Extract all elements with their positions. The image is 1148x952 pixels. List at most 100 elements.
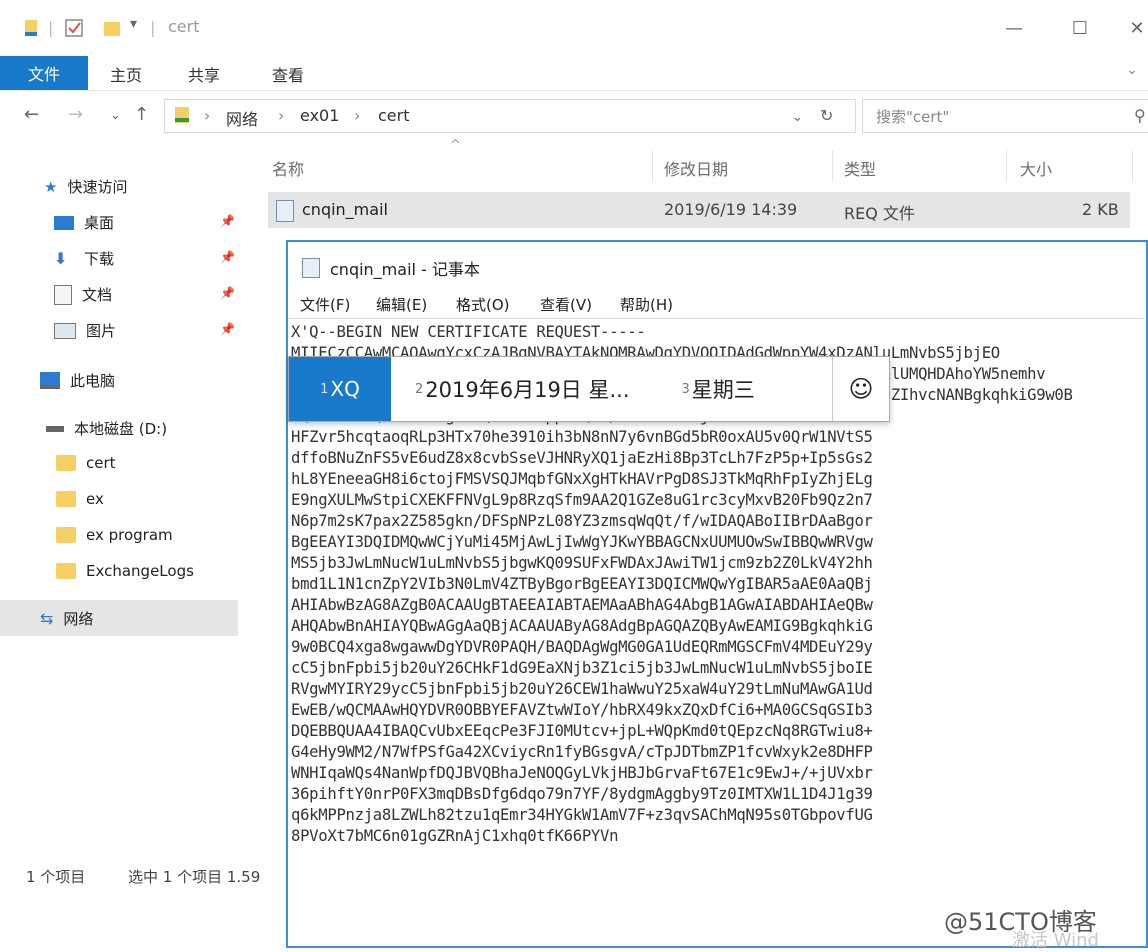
back-arrow-icon[interactable]: ←: [24, 104, 39, 125]
pin-icon[interactable]: 📌: [220, 250, 235, 264]
status-selected: 选中 1 个项目 1.59: [128, 868, 261, 886]
folder-icon: [56, 491, 76, 507]
network-folder-icon: [175, 107, 189, 123]
nav-label: 本地磁盘 (D:): [74, 420, 168, 438]
text-line: N6p7m2sK7pax2Z585gkn/DFSpNPzL08YZ3zmsqWq…: [291, 512, 873, 530]
pin-icon[interactable]: 📌: [220, 286, 235, 300]
menu-format[interactable]: 格式(O): [456, 294, 510, 315]
breadcrumb-cert[interactable]: cert: [378, 106, 410, 125]
folder-icon: [56, 527, 76, 543]
new-folder-icon[interactable]: [102, 18, 122, 38]
window-title: cert: [168, 17, 200, 36]
text-line: BgEEAYI3DQIDMQwWCjYuMi45MjAwLjIwWgYJKwYB…: [291, 533, 873, 551]
text-line: WNHIqaWQs4NanWpfDQJBVQBhaJeNOQGyLVkjHBJb…: [291, 764, 873, 782]
pin-icon[interactable]: 📌: [220, 322, 235, 336]
search-icon[interactable]: ⚲: [1134, 106, 1146, 125]
check-icon[interactable]: [64, 18, 86, 38]
nav-pictures[interactable]: 图片: [54, 320, 116, 341]
notepad-title: cnqin_mail - 记事本: [330, 260, 480, 279]
file-tab[interactable]: 文件: [0, 56, 88, 90]
nav-folder-ex-program[interactable]: ex program: [56, 526, 173, 544]
up-arrow-icon[interactable]: ↑: [134, 104, 149, 125]
network-icon: ⇆: [40, 609, 54, 628]
qa-dropdown-icon[interactable]: ▾: [130, 16, 137, 32]
download-icon: ⬇: [54, 249, 68, 268]
ime-candidate-1[interactable]: 1 XQ: [289, 357, 391, 421]
text-line: hL8YEneeaGH8i6ctojFMSVSQJMqbfGNxXgHTkHAV…: [291, 470, 873, 488]
tab-view[interactable]: 查看: [272, 62, 304, 86]
breadcrumb-ex01[interactable]: ex01: [300, 106, 339, 125]
qa-separator: |: [48, 18, 54, 37]
file-name[interactable]: cnqin_mail: [302, 200, 388, 219]
column-divider[interactable]: [832, 150, 833, 182]
tab-share[interactable]: 共享: [188, 62, 220, 86]
column-divider[interactable]: [1132, 150, 1133, 182]
menu-file[interactable]: 文件(F): [300, 294, 350, 315]
forward-arrow-icon[interactable]: →: [68, 104, 83, 125]
minimize-icon[interactable]: —: [996, 14, 1032, 42]
nav-selection-highlight: [0, 600, 238, 636]
breadcrumb-chevron-icon: ›: [204, 106, 211, 125]
refresh-icon[interactable]: ↻: [820, 106, 833, 125]
nav-quick-access[interactable]: ★ 快速访问: [44, 176, 127, 197]
properties-icon[interactable]: [22, 18, 42, 38]
address-bar[interactable]: [164, 99, 856, 133]
nav-label: 下载: [84, 250, 115, 268]
text-line: DQEBBQUAA4IBAQCvUbxEEqcPe3FJI0MUtcv+jpL+…: [291, 722, 873, 740]
nav-desktop[interactable]: 桌面: [54, 212, 114, 233]
nav-label: 此电脑: [70, 372, 116, 390]
ime-candidate-number: 3: [681, 381, 690, 397]
maximize-icon[interactable]: ☐: [1062, 14, 1098, 42]
column-type[interactable]: 类型: [844, 156, 876, 180]
pin-icon[interactable]: 📌: [220, 214, 235, 228]
column-modified[interactable]: 修改日期: [664, 156, 728, 180]
column-size[interactable]: 大小: [1020, 156, 1052, 180]
ribbon-expand-icon[interactable]: ⌄: [1126, 62, 1138, 78]
search-input[interactable]: 搜索"cert": [876, 106, 949, 127]
breadcrumb-network[interactable]: 网络: [226, 106, 258, 130]
nav-label: 图片: [86, 322, 117, 340]
text-line: E9ngXULMwStpiCXEKFFNVgL9p8RzqSfm9AA2Q1GZ…: [291, 491, 873, 509]
nav-folder-ex[interactable]: ex: [56, 490, 104, 508]
ime-candidate-window: 1 XQ 2 2019年6月19日 星... 3 星期三 ☺: [288, 356, 890, 422]
menu-edit[interactable]: 编辑(E): [376, 294, 427, 315]
nav-documents[interactable]: 文档: [54, 284, 112, 305]
nav-label: ExchangeLogs: [86, 562, 194, 580]
emoji-icon[interactable]: ☺: [832, 357, 889, 421]
recent-dropdown-icon[interactable]: ⌄: [110, 108, 121, 123]
column-divider[interactable]: [1006, 150, 1007, 182]
menu-view[interactable]: 查看(V): [540, 294, 592, 315]
drive-icon: [46, 425, 64, 432]
status-item-count: 1 个项目: [26, 868, 86, 886]
title-separator: |: [150, 18, 156, 37]
tab-home[interactable]: 主页: [110, 62, 142, 86]
text-line: cC5jbnFpbi5jb20uY26CHkF1dG9EaXNjb3Z1ci5j…: [291, 659, 873, 677]
menu-help[interactable]: 帮助(H): [620, 294, 673, 315]
ime-candidate-number: 1: [320, 381, 329, 397]
nav-network[interactable]: ⇆ 网络: [40, 608, 93, 629]
ime-candidate-number: 2: [415, 381, 424, 397]
file-modified: 2019/6/19 14:39: [664, 200, 798, 219]
ime-candidate-text: 2019年6月19日 星...: [425, 378, 630, 402]
breadcrumb-chevron-icon: ›: [354, 106, 361, 125]
nav-folder-cert[interactable]: cert: [56, 454, 116, 472]
ribbon: [0, 56, 1148, 91]
document-icon: [54, 284, 72, 305]
close-icon[interactable]: ✕: [1126, 14, 1148, 42]
nav-local-disk[interactable]: 本地磁盘 (D:): [46, 418, 167, 439]
ime-candidate-2[interactable]: 2 2019年6月19日 星...: [415, 357, 630, 421]
nav-label: 网络: [63, 610, 94, 628]
address-dropdown-icon[interactable]: ⌄: [792, 110, 803, 125]
text-line: 9w0BCQ4xga8wgawwDgYDVR0PAQH/BAQDAgWgMG0G…: [291, 638, 873, 656]
folder-icon: [56, 455, 76, 471]
text-line: EwEB/wQCMAAwHQYDVR0OBBYEFAVZtwWIoY/hbRX4…: [291, 701, 873, 719]
nav-folder-exchangelogs[interactable]: ExchangeLogs: [56, 562, 194, 580]
ime-candidate-3[interactable]: 3 星期三: [682, 357, 755, 421]
nav-downloads[interactable]: ⬇ 下载: [54, 248, 114, 269]
column-name[interactable]: 名称: [272, 156, 304, 180]
text-line: MS5jb3JwLmNucW1uLmNvbS5jbgwKQ09SUFxFWDAx…: [291, 554, 873, 572]
nav-this-pc[interactable]: 此电脑: [40, 370, 115, 391]
computer-icon: [40, 372, 60, 389]
column-divider[interactable]: [652, 150, 653, 182]
folder-icon: [56, 563, 76, 579]
